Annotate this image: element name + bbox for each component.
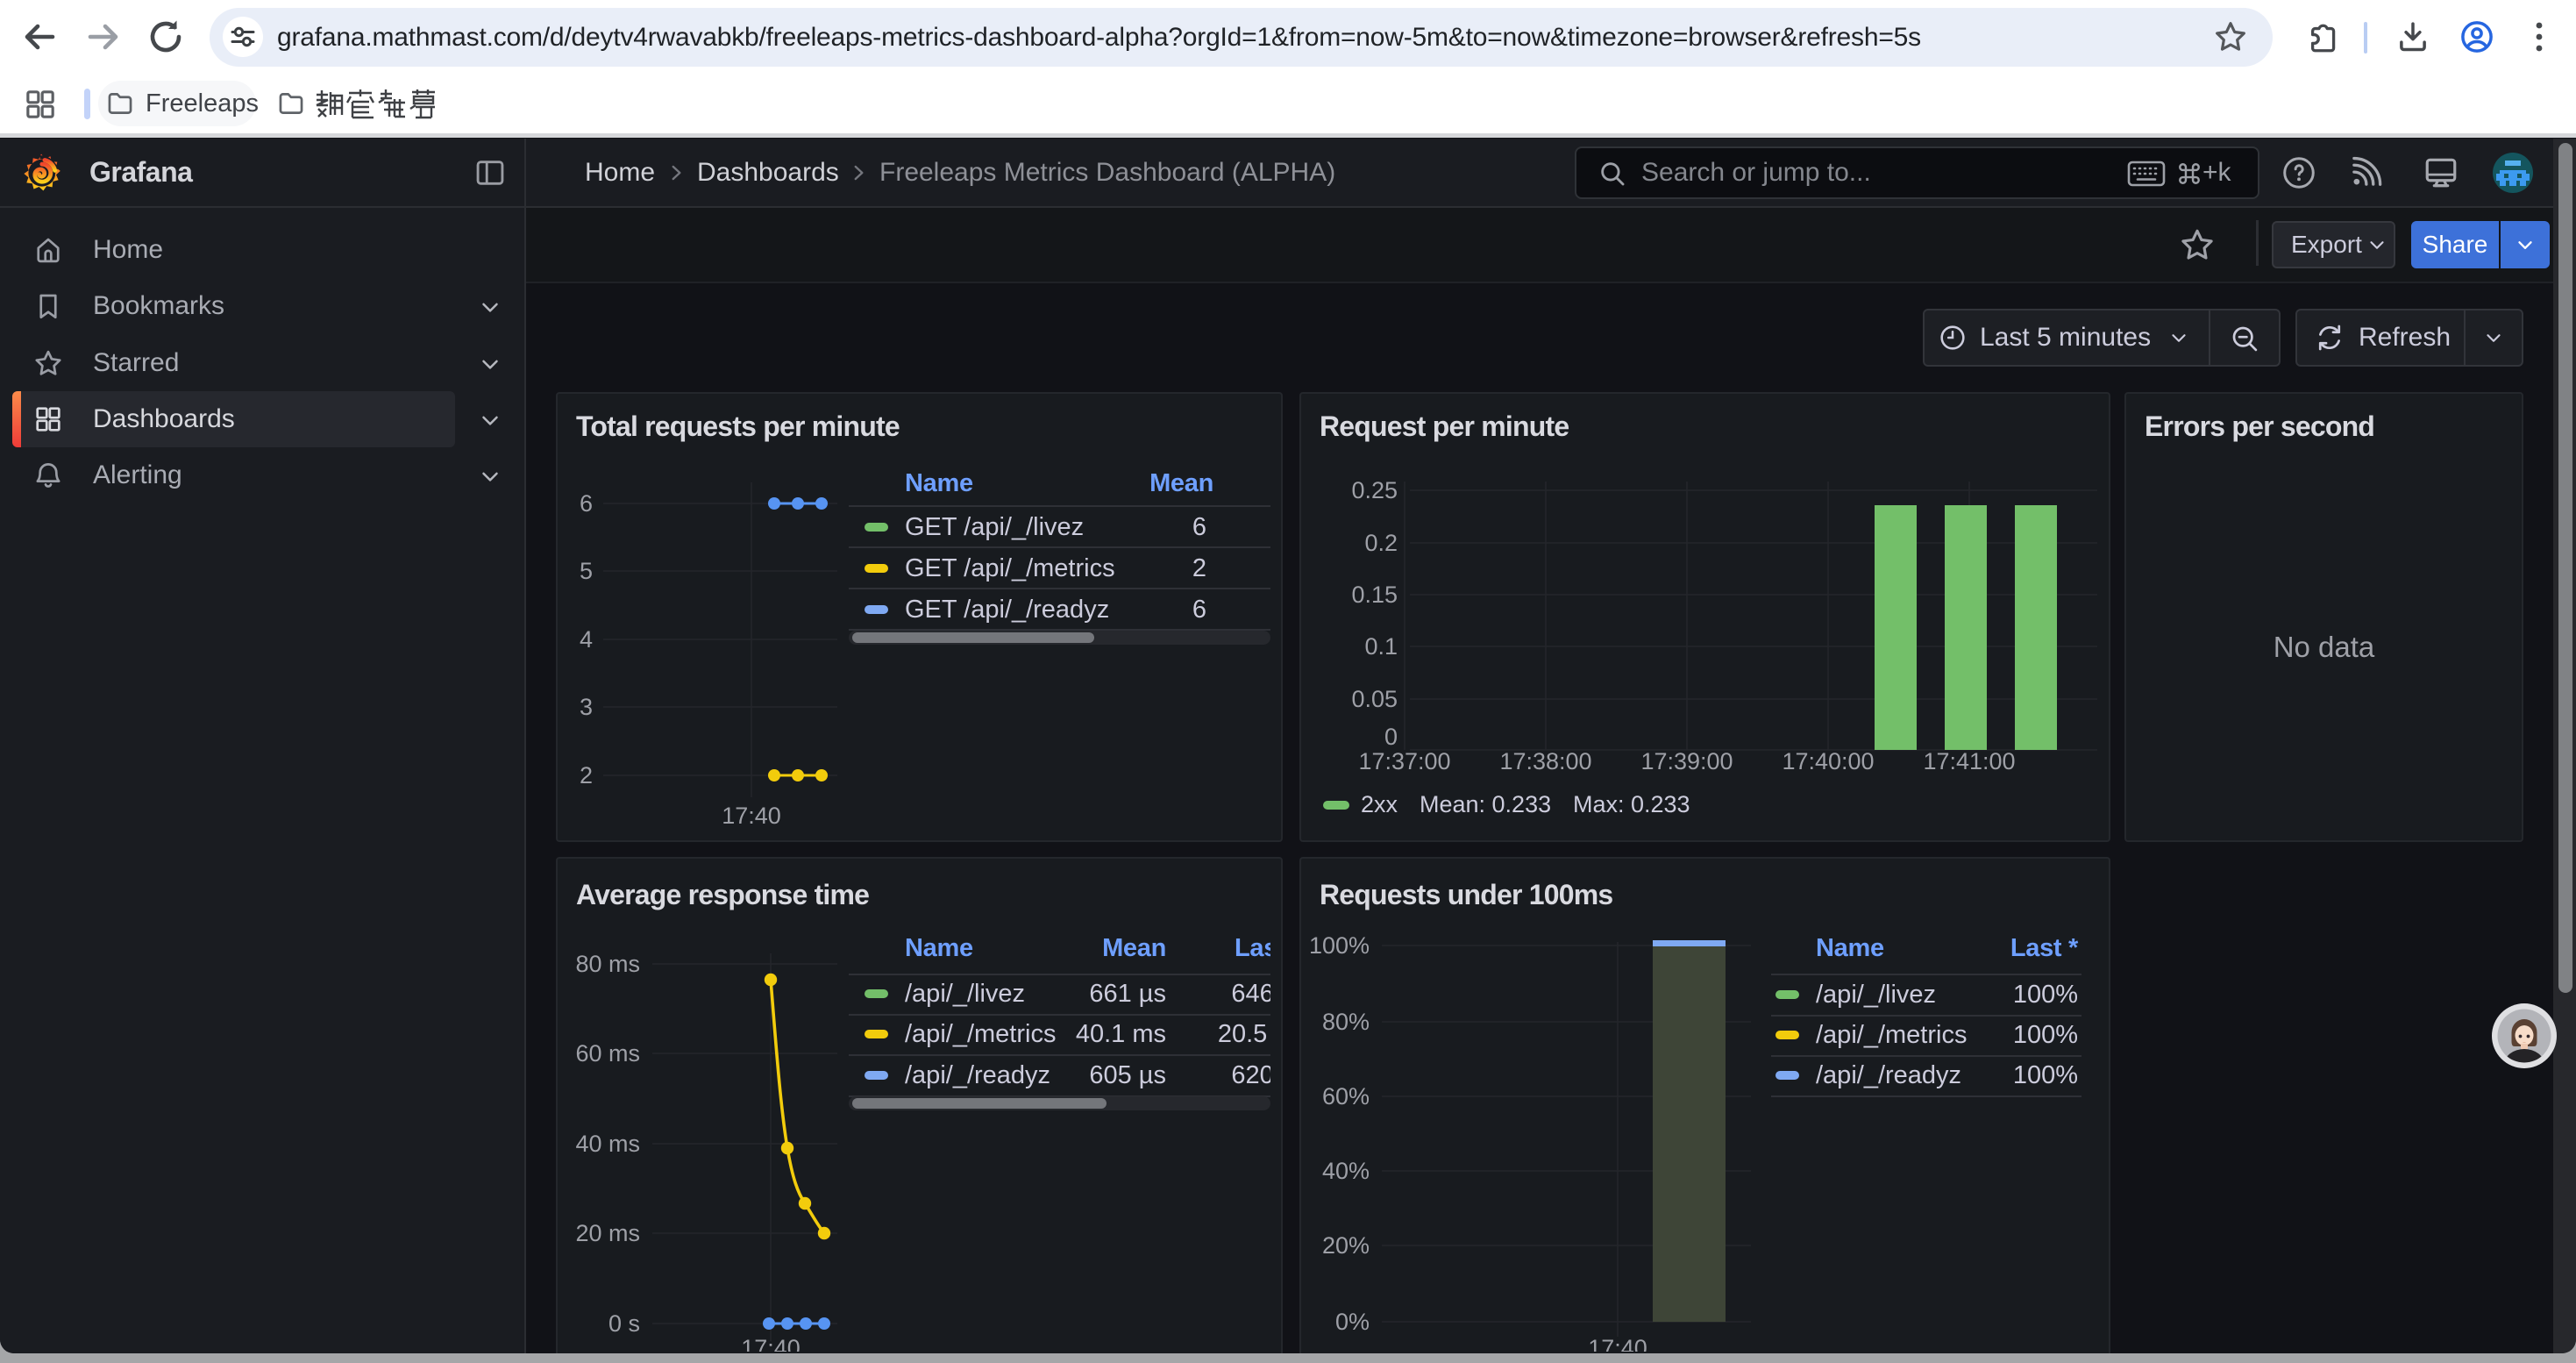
svg-text:80%: 80%	[1322, 1009, 1370, 1035]
svg-text:20%: 20%	[1322, 1232, 1370, 1259]
svg-text:5: 5	[580, 558, 593, 584]
svg-text:17:38:00: 17:38:00	[1499, 748, 1591, 774]
svg-text:0%: 0%	[1335, 1309, 1370, 1335]
svg-text:17:40:00: 17:40:00	[1782, 748, 1874, 774]
svg-text:100%: 100%	[1309, 932, 1370, 959]
svg-text:0: 0	[1384, 724, 1398, 750]
svg-text:0 s: 0 s	[608, 1310, 640, 1337]
svg-text:17:40: 17:40	[722, 803, 781, 829]
svg-text:2: 2	[580, 762, 593, 789]
svg-text:17:39:00: 17:39:00	[1640, 748, 1733, 774]
svg-text:0.2: 0.2	[1364, 530, 1398, 556]
svg-text:3: 3	[580, 694, 593, 720]
svg-text:0.25: 0.25	[1351, 477, 1398, 503]
svg-text:20 ms: 20 ms	[575, 1220, 640, 1246]
svg-text:0.05: 0.05	[1351, 686, 1398, 712]
svg-text:6: 6	[580, 490, 593, 517]
svg-text:40 ms: 40 ms	[575, 1131, 640, 1157]
svg-text:4: 4	[580, 626, 593, 653]
svg-text:60 ms: 60 ms	[575, 1040, 640, 1067]
svg-text:17:41:00: 17:41:00	[1923, 748, 2015, 774]
svg-text:0.1: 0.1	[1364, 633, 1398, 660]
svg-text:80 ms: 80 ms	[575, 951, 640, 977]
svg-text:40%: 40%	[1322, 1158, 1370, 1184]
svg-text:17:37:00: 17:37:00	[1358, 748, 1450, 774]
svg-text:60%: 60%	[1322, 1083, 1370, 1110]
svg-text:17:40: 17:40	[741, 1335, 801, 1352]
svg-text:17:40: 17:40	[1588, 1335, 1647, 1352]
svg-text:0.15: 0.15	[1351, 582, 1398, 608]
